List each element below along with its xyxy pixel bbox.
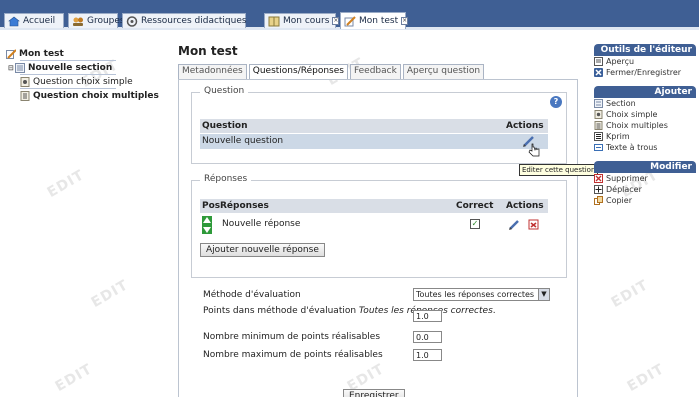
tools-title: Outils de l'éditeur [594, 44, 696, 56]
close-save-link[interactable]: Fermer/Enregistrer [594, 67, 696, 78]
cloze-icon [594, 143, 603, 152]
course-tree: Mon test ⊟ Nouvelle section Question cho… [6, 48, 170, 101]
tab-accueil[interactable]: Accueil [4, 13, 64, 28]
tooltip: Editer cette question [519, 164, 599, 176]
test-edit-icon [6, 48, 17, 59]
chevron-down-icon: ▼ [538, 289, 549, 300]
move-link[interactable]: Déplacer [594, 184, 696, 195]
tab-metadonnees[interactable]: Metadonnées [178, 64, 247, 80]
watermark: EDIT [624, 361, 668, 395]
collapse-icon[interactable]: ⊟ [8, 64, 14, 72]
delete-link[interactable]: Supprimer [594, 173, 696, 184]
home-icon [8, 16, 20, 27]
watermark: EDIT [44, 167, 88, 201]
move-icon [594, 185, 603, 194]
answers-fieldset: Réponses Pos Réponses Correct Actions No… [191, 174, 567, 278]
answer-row: Nouvelle réponse ✓ [200, 214, 548, 236]
copy-icon [594, 196, 603, 205]
multiple-choice-icon [594, 121, 603, 130]
resources-icon [126, 15, 138, 27]
close-icon [594, 68, 603, 77]
save-button[interactable]: Enregistrer [343, 389, 405, 397]
copy-link[interactable]: Copier [594, 195, 696, 206]
single-choice-icon [594, 110, 603, 119]
watermark: EDIT [88, 277, 132, 311]
add-section-link[interactable]: Section [594, 98, 696, 109]
hand-cursor-icon [528, 143, 540, 160]
tree-section[interactable]: ⊟ Nouvelle section [6, 62, 170, 73]
points-label: Points dans méthode d'évaluation Toutes … [203, 306, 496, 316]
add-kprim-link[interactable]: Kprim [594, 131, 696, 142]
preview-icon [594, 57, 603, 66]
delete-icon [594, 174, 603, 183]
eval-method-select[interactable]: Toutes les réponses correctes ▼ [413, 288, 550, 301]
editor-panel: Question ? Question Actions Nouvelle que… [178, 79, 599, 397]
group-icon [72, 16, 84, 27]
move-arrows-icon[interactable] [202, 216, 212, 237]
single-choice-icon [20, 76, 30, 87]
modify-group: Modifier Supprimer Déplacer Copier [594, 161, 696, 206]
add-cloze-link[interactable]: Texte à trous [594, 142, 696, 153]
min-points-input[interactable]: 0.0 [413, 331, 442, 343]
points-input[interactable]: 1.0 [413, 310, 442, 322]
test-edit-icon [344, 15, 356, 27]
tab-feedback[interactable]: Feedback [349, 64, 401, 80]
tab-groupes[interactable]: Groupes [68, 13, 125, 28]
answers-legend: Réponses [200, 174, 252, 184]
help-icon[interactable]: ? [550, 96, 562, 108]
tab-mon-test[interactable]: Mon test × [340, 12, 409, 29]
preview-link[interactable]: Aperçu [594, 56, 696, 67]
watermark: EDIT [52, 361, 96, 395]
add-single-choice-link[interactable]: Choix simple [594, 109, 696, 120]
page-title: Mon test [178, 44, 238, 58]
editor-sidebar: Outils de l'éditeur Aperçu Fermer/Enregi… [594, 44, 696, 214]
question-row[interactable]: Nouvelle question [200, 134, 548, 149]
top-tab-bar: Accueil Groupes Ressources didactiques M… [0, 0, 699, 30]
content-tabs: Metadonnées Questions/Réponses Feedback … [178, 64, 588, 80]
section-icon [594, 99, 603, 108]
max-points-label: Nombre maximum de points réalisables [203, 350, 383, 360]
question-table-header: Question Actions [200, 119, 548, 133]
kprim-icon [594, 132, 603, 141]
tree-item-choix-multiples[interactable]: Question choix multiples [6, 90, 170, 101]
max-points-input[interactable]: 1.0 [413, 349, 442, 361]
close-icon[interactable]: × [332, 17, 340, 25]
eval-method-label: Méthode d'évaluation [203, 290, 301, 300]
edit-icon[interactable] [508, 218, 520, 233]
tab-ressources[interactable]: Ressources didactiques [122, 13, 247, 28]
course-icon [268, 16, 280, 27]
question-legend: Question [200, 86, 249, 96]
multiple-choice-icon [20, 90, 30, 101]
tab-apercu-question[interactable]: Aperçu question [402, 64, 485, 80]
min-points-label: Nombre minimum de points réalisables [203, 332, 381, 342]
modify-title: Modifier [594, 161, 696, 173]
add-answer-button[interactable]: Ajouter nouvelle réponse [200, 243, 325, 257]
close-icon[interactable]: × [401, 17, 409, 25]
add-group: Ajouter Section Choix simple Choix multi… [594, 86, 696, 153]
tools-group: Outils de l'éditeur Aperçu Fermer/Enregi… [594, 44, 696, 78]
add-title: Ajouter [594, 86, 696, 98]
tree-root[interactable]: Mon test [6, 48, 170, 59]
correct-checkbox[interactable]: ✓ [470, 219, 480, 229]
tree-item-choix-simple[interactable]: Question choix simple [6, 76, 170, 87]
delete-icon[interactable] [528, 218, 539, 233]
section-icon [15, 62, 25, 73]
add-multiple-choice-link[interactable]: Choix multiples [594, 120, 696, 131]
question-fieldset: Question ? Question Actions Nouvelle que… [191, 86, 567, 164]
tab-mon-cours[interactable]: Mon cours × [264, 13, 340, 28]
main-content: Mon test Metadonnées Questions/Réponses … [178, 44, 599, 397]
watermark: EDIT [608, 277, 652, 311]
tab-questions-reponses[interactable]: Questions/Réponses [248, 64, 348, 80]
answers-table-header: Pos Réponses Correct Actions [200, 199, 548, 213]
